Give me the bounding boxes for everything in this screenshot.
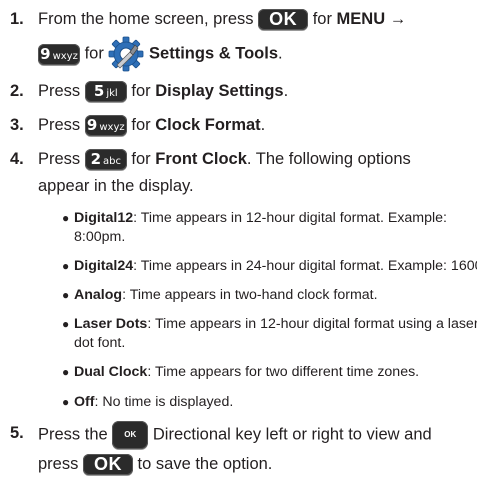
- list-item: Digital12: Time appears in 12-hour digit…: [74, 210, 447, 226]
- step-2-line: Press 5 jkl for Display Settings.: [38, 81, 289, 103]
- settings-gear-icon: [109, 36, 144, 72]
- list-item-continued: dot font.: [74, 335, 126, 351]
- bullet-icon: ●: [62, 317, 70, 331]
- list-item: Digital24: Time appears in 24-hour digit…: [74, 258, 477, 274]
- list-item-continued: 8:00pm.: [74, 229, 126, 245]
- step-1-line-1: From the home screen, press OK for MENU …: [38, 9, 407, 31]
- ok-key-icon: OK: [82, 454, 133, 476]
- ok-key-icon: OK: [258, 9, 309, 31]
- list-item: Off: No time is displayed.: [74, 394, 234, 410]
- bullet-icon: ●: [62, 288, 70, 302]
- list-item: Dual Clock: Time appears for two differe…: [74, 364, 420, 380]
- bullet-icon: ●: [62, 365, 70, 379]
- menu-label: MENU: [336, 10, 386, 28]
- list-item: Laser Dots: Time appears in 12-hour digi…: [74, 316, 477, 332]
- step-1-line-2: 9 wxyz for Settings & Tools.: [38, 36, 283, 72]
- settings-tools-label: Settings & Tools: [149, 44, 278, 63]
- step-number: 3.: [10, 116, 24, 134]
- key-2-icon: 2 abc: [84, 149, 127, 171]
- step-number: 4.: [10, 150, 24, 168]
- step-3-line: Press 9 wxyz for Clock Format.: [38, 115, 266, 137]
- list-item: Analog: Time appears in two-hand clock f…: [74, 287, 378, 303]
- step-5-line-2: press OK to save the option.: [38, 454, 273, 476]
- bullet-icon: ●: [62, 259, 70, 273]
- step-5-line-1: Press the OK Directional key left or rig…: [38, 421, 432, 449]
- bullet-icon: ●: [62, 211, 70, 225]
- key-9-icon: 9 wxyz: [38, 43, 80, 65]
- step-number: 2.: [10, 82, 24, 100]
- arrow-icon: →: [389, 10, 407, 28]
- step-number: 5.: [10, 424, 24, 442]
- key-9-icon: 9 wxyz: [84, 115, 127, 137]
- step-4-line-2: appear in the display.: [38, 177, 194, 195]
- step-4-line-1: Press 2 abc for Front Clock. The followin…: [38, 149, 411, 171]
- directional-key-icon: OK: [112, 421, 149, 449]
- step-number: 1.: [10, 10, 24, 28]
- key-5-icon: 5 jkl: [84, 81, 127, 103]
- bullet-icon: ●: [62, 395, 70, 409]
